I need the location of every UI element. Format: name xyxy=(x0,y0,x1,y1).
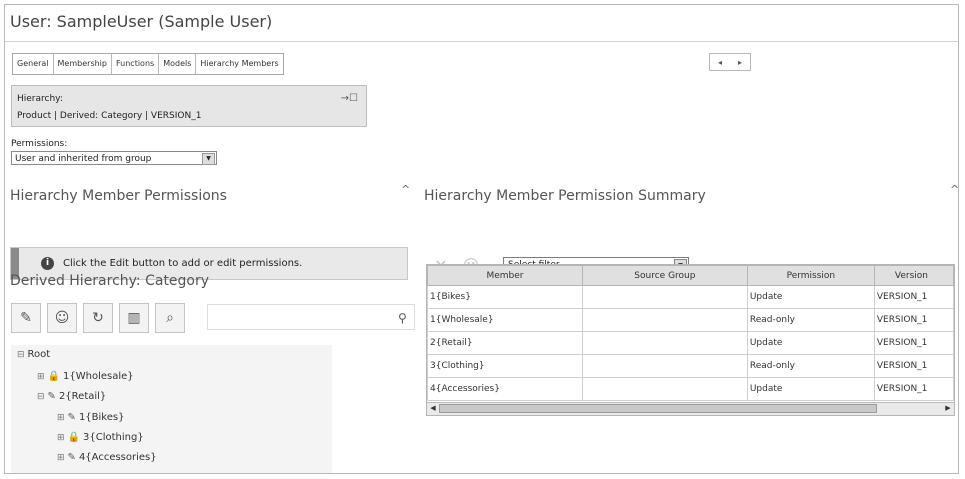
hierarchy-label: Hierarchy: xyxy=(17,94,63,104)
tree-node-root[interactable]: ⊟ Root xyxy=(17,349,50,360)
source-group-cell xyxy=(581,308,748,332)
tree-node-label: 1{Bikes} xyxy=(78,412,125,423)
member-cell: 3{Clothing} xyxy=(427,354,583,378)
derived-hierarchy-heading: Derived Hierarchy: Category xyxy=(10,273,210,289)
horizontal-scrollbar[interactable]: ◀ ▶ xyxy=(427,402,954,415)
table-row[interactable]: 1{Bikes} Update VERSION_1 xyxy=(427,285,954,309)
tree-node-label: 3{Clothing} xyxy=(83,432,144,443)
tab-general[interactable]: General xyxy=(13,54,54,74)
table-row[interactable]: 3{Clothing} Read-only VERSION_1 xyxy=(427,354,954,378)
scrollbar-thumb[interactable] xyxy=(439,404,877,413)
permission-cell: Update xyxy=(746,285,875,309)
user-icon[interactable]: ☺ xyxy=(47,303,77,333)
collapse-icon[interactable]: ⊟ xyxy=(17,350,25,360)
column-header-source-group[interactable]: Source Group xyxy=(581,265,748,286)
lock-icon: 🔒 xyxy=(47,371,60,382)
tree-node-wholesale[interactable]: ⊞ 🔒 1{Wholesale} xyxy=(37,371,134,382)
tab-models[interactable]: Models xyxy=(159,54,197,74)
tab-scroll-arrows: ◂ ▸ xyxy=(709,53,751,71)
member-cell: 1{Wholesale} xyxy=(427,308,583,332)
tree-search-input[interactable] xyxy=(207,304,415,330)
tree-toolbar: ✎ ☺ ↻ ▥ ⌕ xyxy=(11,301,191,335)
table-row[interactable]: 4{Accessories} Update VERSION_1 xyxy=(427,377,954,401)
info-icon: i xyxy=(41,257,54,270)
dropdown-arrow-icon[interactable]: ▼ xyxy=(202,153,215,165)
source-group-cell xyxy=(581,354,748,378)
permission-cell: Update xyxy=(746,377,875,401)
hierarchy-tree: ⊟ Root ⊞ 🔒 1{Wholesale} ⊟ ✎ 2{Retail} ⊞ … xyxy=(11,345,332,473)
pencil-icon: ✎ xyxy=(67,452,76,463)
collapse-icon[interactable]: ⊟ xyxy=(37,392,45,402)
scroll-right-icon[interactable]: ▸ xyxy=(738,58,742,67)
source-group-cell xyxy=(581,377,748,401)
right-panel-heading: Hierarchy Member Permission Summary xyxy=(424,188,706,204)
tree-node-clothing[interactable]: ⊞ 🔒 3{Clothing} xyxy=(57,432,144,443)
version-cell: VERSION_1 xyxy=(873,377,954,401)
member-cell: 1{Bikes} xyxy=(427,285,583,309)
summary-table: Member Source Group Permission Version 1… xyxy=(427,265,954,401)
permissions-select-value: User and inherited from group xyxy=(15,154,152,164)
version-cell: VERSION_1 xyxy=(873,285,954,309)
source-group-cell xyxy=(581,285,748,309)
tree-node-bikes[interactable]: ⊞ ✎ 1{Bikes} xyxy=(57,412,124,423)
scroll-left-icon[interactable]: ◂ xyxy=(718,58,722,67)
permission-cell: Update xyxy=(746,331,875,355)
permissions-select[interactable]: User and inherited from group ▼ xyxy=(11,151,217,165)
permissions-label: Permissions: xyxy=(11,139,68,149)
source-group-cell xyxy=(581,331,748,355)
table-row[interactable]: 2{Retail} Update VERSION_1 xyxy=(427,331,954,355)
version-cell: VERSION_1 xyxy=(873,354,954,378)
table-row[interactable]: 1{Wholesale} Read-only VERSION_1 xyxy=(427,308,954,332)
table-header-row: Member Source Group Permission Version xyxy=(427,265,954,286)
permission-cell: Read-only xyxy=(746,308,875,332)
expand-icon[interactable]: ⊞ xyxy=(57,413,65,423)
collapse-left-icon[interactable]: ^ xyxy=(401,183,410,196)
tab-hierarchy-members[interactable]: Hierarchy Members xyxy=(196,54,283,74)
tab-functions[interactable]: Functions xyxy=(112,54,160,74)
tree-node-label: Root xyxy=(27,349,51,360)
tree-node-label: 1{Wholesale} xyxy=(63,371,134,382)
expand-icon[interactable]: ⊞ xyxy=(57,433,65,443)
member-cell: 4{Accessories} xyxy=(427,377,583,401)
title-divider xyxy=(5,41,958,42)
pencil-icon: ✎ xyxy=(47,391,56,402)
scroll-left-icon[interactable]: ◀ xyxy=(428,403,438,414)
info-text: Click the Edit button to add or edit per… xyxy=(63,258,303,269)
column-header-version[interactable]: Version xyxy=(873,265,954,286)
tree-node-retail[interactable]: ⊟ ✎ 2{Retail} xyxy=(37,391,106,402)
search-icon[interactable]: ⚲ xyxy=(398,311,407,325)
collapse-right-icon[interactable]: ^ xyxy=(950,183,959,196)
member-cell: 2{Retail} xyxy=(427,331,583,355)
left-panel-heading: Hierarchy Member Permissions xyxy=(10,188,227,204)
tab-bar: General Membership Functions Models Hier… xyxy=(12,53,284,75)
expand-icon[interactable]: ⊞ xyxy=(37,372,45,382)
expand-icon[interactable]: ⊞ xyxy=(57,453,65,463)
refresh-icon[interactable]: ↻ xyxy=(83,303,113,333)
select-hierarchy-icon[interactable]: →☐ xyxy=(341,93,358,104)
version-cell: VERSION_1 xyxy=(873,308,954,332)
search-doc-icon[interactable]: ⌕ xyxy=(155,303,185,333)
permission-cell: Read-only xyxy=(746,354,875,378)
tree-node-accessories[interactable]: ⊞ ✎ 4{Accessories} xyxy=(57,452,157,463)
pencil-icon: ✎ xyxy=(67,412,76,423)
lock-icon: 🔒 xyxy=(67,432,80,443)
hierarchy-value: Product | Derived: Category | VERSION_1 xyxy=(17,111,202,121)
scroll-right-icon[interactable]: ▶ xyxy=(943,403,953,414)
tab-membership[interactable]: Membership xyxy=(54,54,112,74)
hierarchy-box: Hierarchy: Product | Derived: Category |… xyxy=(11,85,367,127)
column-header-member[interactable]: Member xyxy=(427,265,583,286)
column-header-permission[interactable]: Permission xyxy=(746,265,875,286)
page-title: User: SampleUser (Sample User) xyxy=(10,12,273,31)
tree-node-label: 4{Accessories} xyxy=(78,452,157,463)
columns-icon[interactable]: ▥ xyxy=(119,303,149,333)
version-cell: VERSION_1 xyxy=(873,331,954,355)
tree-node-label: 2{Retail} xyxy=(58,391,107,402)
permission-summary-grid: Member Source Group Permission Version 1… xyxy=(426,264,955,416)
edit-icon[interactable]: ✎ xyxy=(11,303,41,333)
